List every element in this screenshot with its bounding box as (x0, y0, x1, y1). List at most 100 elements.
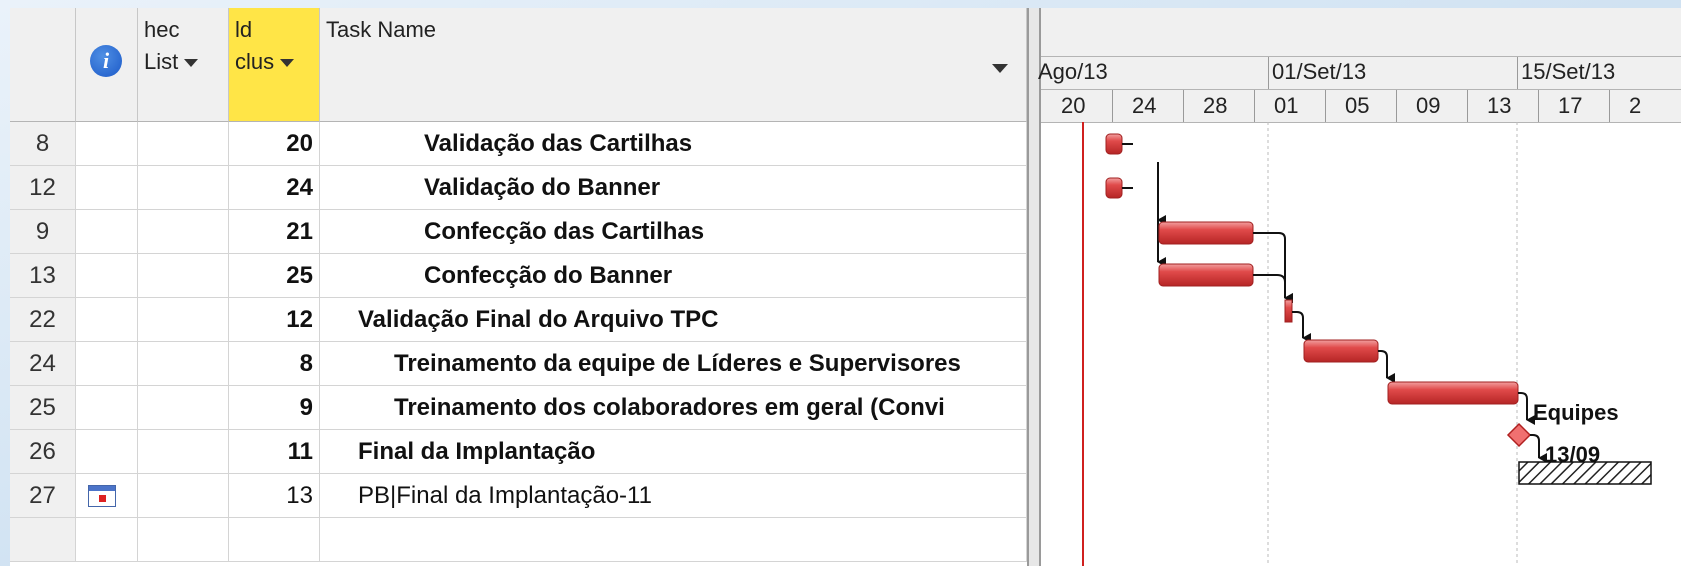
gantt-bar-validacao-banner[interactable] (1105, 177, 1123, 199)
bar-label-equipes: Equipes (1533, 400, 1619, 425)
checklist-cell[interactable] (138, 166, 229, 210)
day-tick-label: 01 (1274, 93, 1299, 118)
table-row[interactable]: 24 8 Treinamento da equipe de Líderes e Su… (10, 342, 1027, 386)
id-header-line2: clus (235, 49, 275, 74)
indicator-cell[interactable] (76, 474, 138, 518)
id-column-header[interactable]: ld clus (229, 8, 320, 122)
id-cell[interactable]: 21 (229, 210, 320, 254)
timescale-top (1041, 8, 1681, 57)
period-label: 01/Set/13 (1272, 59, 1367, 84)
chevron-down-icon[interactable] (992, 64, 1008, 73)
row-number[interactable]: 9 (10, 210, 76, 254)
info-icon: i (90, 45, 122, 77)
day-tick-label: 20 (1061, 93, 1086, 118)
checklist-header-line2: List (144, 49, 179, 74)
indicator-cell[interactable] (76, 386, 138, 430)
task-name-cell[interactable]: Validação Final do Arquivo TPC (320, 298, 1027, 342)
row-number[interactable]: 24 (10, 342, 76, 386)
indicator-cell[interactable] (76, 210, 138, 254)
task-name-cell[interactable]: Confecção do Banner (320, 254, 1027, 298)
checklist-cell[interactable] (138, 474, 229, 518)
chevron-down-icon[interactable] (184, 59, 199, 68)
table-row[interactable]: 12 24 Validação do Banner (10, 166, 1027, 210)
gantt-bar-confeccao-cartilhas[interactable] (1158, 221, 1254, 245)
task-grid: i hec List ld clus Task Name 8 20 Validaçã… (10, 8, 1027, 566)
calendar-icon (88, 485, 116, 507)
day-tick-label: 24 (1132, 93, 1157, 118)
task-name-cell[interactable]: Confecção das Cartilhas (320, 210, 1027, 254)
table-row[interactable]: 13 25 Confecção do Banner (10, 254, 1027, 298)
day-tick-label: 05 (1345, 93, 1370, 118)
checklist-cell[interactable] (138, 342, 229, 386)
id-cell[interactable]: 25 (229, 254, 320, 298)
table-row[interactable]: 27 13 PB|Final da Implantação-11 (10, 474, 1027, 518)
row-number[interactable]: 12 (10, 166, 76, 210)
table-row[interactable]: 8 20 Validação das Cartilhas (10, 122, 1027, 166)
indicator-cell[interactable] (76, 430, 138, 474)
id-cell[interactable]: 24 (229, 166, 320, 210)
checklist-cell[interactable] (138, 430, 229, 474)
day-tick-label: 09 (1416, 93, 1441, 118)
checklist-cell[interactable] (138, 122, 229, 166)
day-tick-label: 17 (1558, 93, 1583, 118)
indicator-cell[interactable] (76, 342, 138, 386)
task-name-cell[interactable]: Validação do Banner (320, 166, 1027, 210)
day-tick-label: 28 (1203, 93, 1228, 118)
checklist-header[interactable]: hec List (138, 8, 229, 122)
gantt-area (1082, 122, 1652, 566)
table-row[interactable]: 22 12 Validação Final do Arquivo TPC (10, 298, 1027, 342)
row-number[interactable]: 8 (10, 122, 76, 166)
id-cell[interactable]: 13 (229, 474, 320, 518)
checklist-cell[interactable] (138, 210, 229, 254)
gantt-chart: Ago/13 01/Set/13 15/Set/13 20 24 28 01 05 09 1… (1038, 8, 1681, 566)
indicator-cell[interactable] (76, 254, 138, 298)
checklist-cell[interactable] (138, 298, 229, 342)
row-number[interactable]: 13 (10, 254, 76, 298)
milestone-diamond[interactable] (1506, 422, 1532, 448)
period-label: Ago/13 (1038, 59, 1108, 84)
gantt-bar-validacao-final[interactable] (1284, 299, 1293, 323)
id-cell[interactable]: 8 (229, 342, 320, 386)
split-divider[interactable] (1027, 8, 1041, 566)
id-header-line1: ld (235, 17, 253, 42)
timescale-days: 20 24 28 01 05 09 13 17 2 (1041, 90, 1681, 123)
indicator-cell[interactable] (76, 166, 138, 210)
project-window: i hec List ld clus Task Name 8 20 Validaçã… (10, 8, 1681, 566)
select-all-header[interactable] (10, 8, 76, 122)
gantt-bar-treinamento-colaboradores[interactable] (1387, 381, 1519, 405)
row-number[interactable]: 25 (10, 386, 76, 430)
indicator-cell[interactable] (76, 298, 138, 342)
id-cell[interactable]: 12 (229, 298, 320, 342)
task-name-header[interactable]: Task Name (320, 8, 1027, 122)
milestone-date-label: 13/09 (1545, 442, 1601, 467)
row-number[interactable]: 26 (10, 430, 76, 474)
task-name-cell[interactable]: Treinamento da equipe de Líderes e Super… (320, 342, 1027, 386)
row-number[interactable]: 22 (10, 298, 76, 342)
timescale-periods: Ago/13 01/Set/13 15/Set/13 (1038, 57, 1681, 90)
checklist-header-line1: hec (144, 17, 180, 42)
day-tick-label: 2 (1629, 93, 1642, 118)
period-label: 15/Set/13 (1521, 59, 1616, 84)
empty-row[interactable] (10, 518, 1027, 562)
row-number[interactable]: 27 (10, 474, 76, 518)
id-cell[interactable]: 20 (229, 122, 320, 166)
day-tick-label: 13 (1487, 93, 1512, 118)
gantt-bar-validacao-cartilhas[interactable] (1105, 133, 1123, 155)
checklist-cell[interactable] (138, 254, 229, 298)
id-cell[interactable]: 9 (229, 386, 320, 430)
indicator-cell[interactable] (76, 122, 138, 166)
gantt-bar-treinamento-lideres[interactable] (1303, 339, 1379, 363)
chevron-down-icon[interactable] (280, 59, 295, 68)
task-name-cell[interactable]: Treinamento dos colaboradores em geral (… (320, 386, 1027, 430)
gantt-bar-confeccao-banner[interactable] (1158, 263, 1254, 287)
task-name-cell[interactable]: PB|Final da Implantação-11 (320, 474, 1027, 518)
task-name-header-label: Task Name (326, 17, 437, 42)
id-cell[interactable]: 11 (229, 430, 320, 474)
table-row[interactable]: 26 11 Final da Implantação (10, 430, 1027, 474)
indicators-header[interactable]: i (76, 8, 138, 122)
task-name-cell[interactable]: Final da Implantação (320, 430, 1027, 474)
table-row[interactable]: 25 9 Treinamento dos colaboradores em gera… (10, 386, 1027, 430)
table-row[interactable]: 9 21 Confecção das Cartilhas (10, 210, 1027, 254)
checklist-cell[interactable] (138, 386, 229, 430)
task-name-cell[interactable]: Validação das Cartilhas (320, 122, 1027, 166)
